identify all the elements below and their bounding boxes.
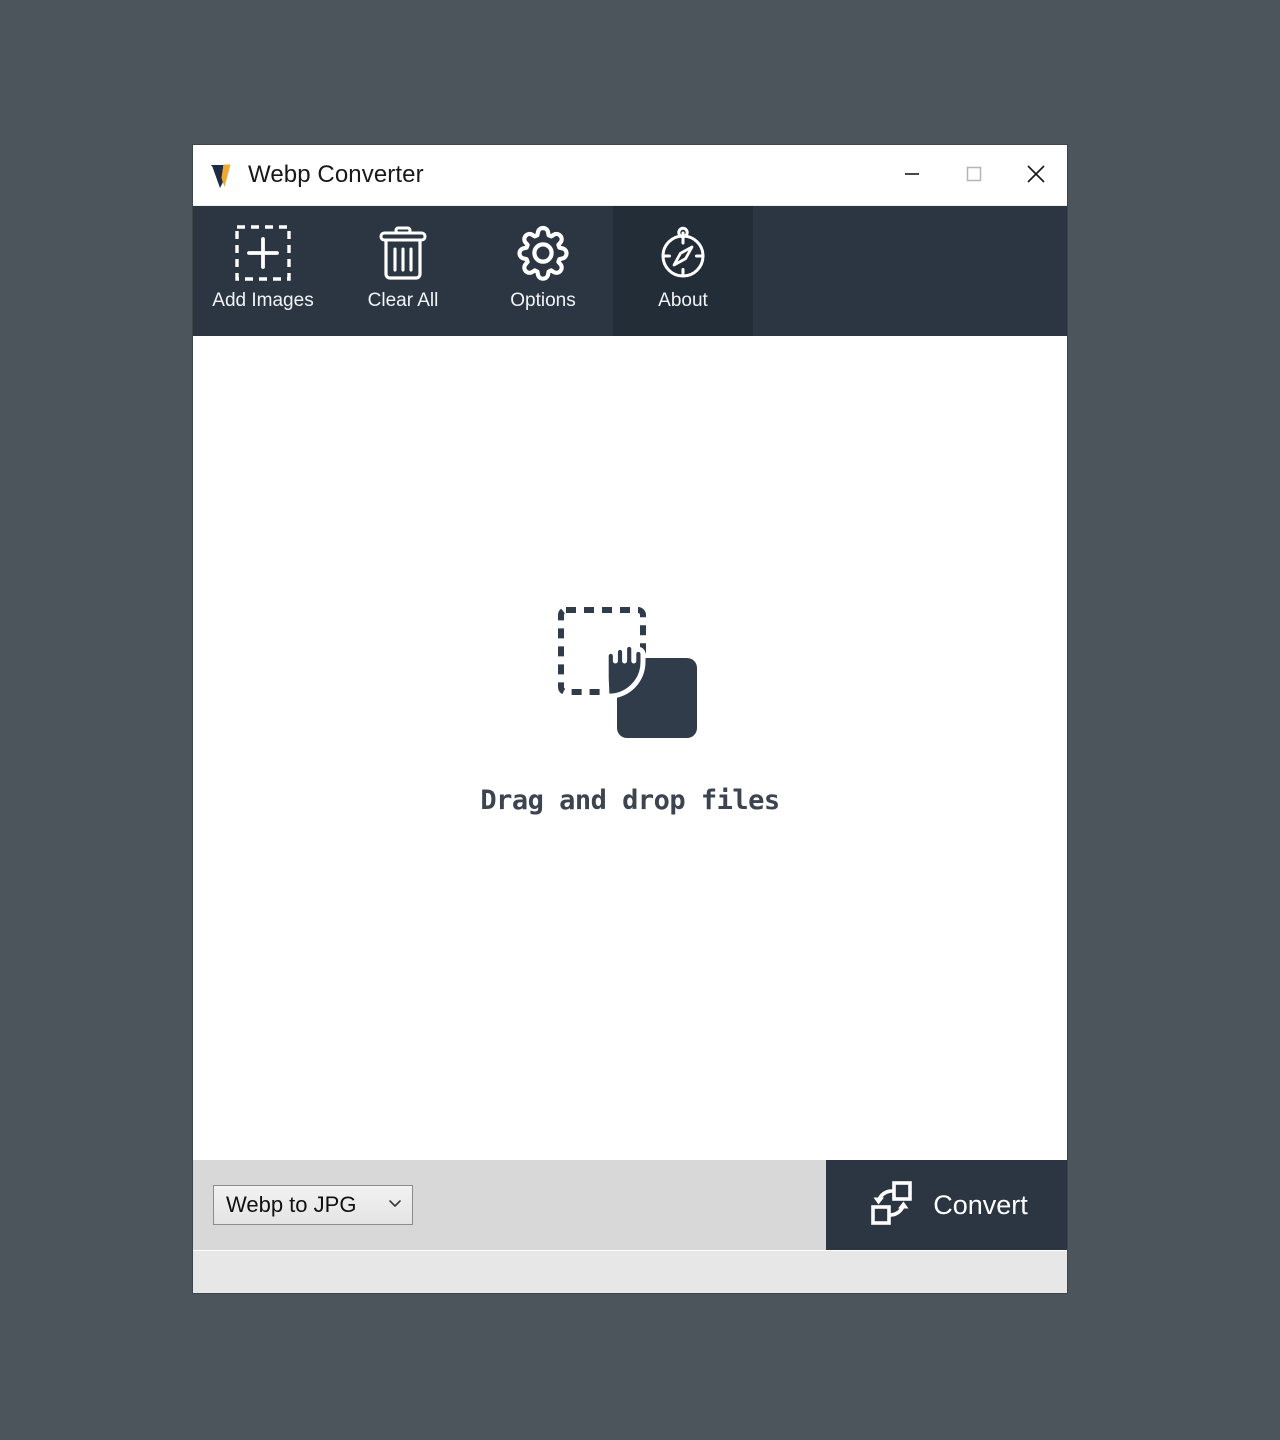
toolbar-item-label: Options: [510, 290, 576, 311]
convert-button-label: Convert: [933, 1189, 1028, 1220]
toolbar-item-label: Clear All: [367, 290, 439, 311]
drop-zone-content: Drag and drop files: [480, 604, 780, 816]
convert-button[interactable]: Convert: [826, 1160, 1067, 1250]
add-images-icon: [232, 222, 294, 284]
maximize-icon: [963, 163, 985, 188]
convert-icon: [865, 1179, 917, 1232]
window-controls: [881, 145, 1067, 205]
close-icon: [1023, 161, 1049, 190]
maximize-button[interactable]: [943, 145, 1005, 205]
format-select-value: Webp to JPG: [226, 1192, 357, 1217]
drag-and-drop-icon: [555, 604, 705, 749]
status-bar: [193, 1250, 1067, 1293]
minimize-icon: [901, 163, 923, 188]
action-bar: Webp to JPG Convert: [193, 1160, 1067, 1250]
drop-zone[interactable]: Drag and drop files: [193, 336, 1067, 1160]
toolbar-item-label: About: [658, 290, 708, 311]
minimize-button[interactable]: [881, 145, 943, 205]
compass-icon: [652, 222, 714, 284]
toolbar-item-label: Add Images: [212, 290, 314, 311]
toolbar-item-about[interactable]: About: [613, 206, 753, 336]
gear-icon: [512, 222, 574, 284]
drop-zone-message: Drag and drop files: [480, 785, 780, 816]
title-bar: Webp Converter: [193, 145, 1067, 206]
format-select[interactable]: Webp to JPG: [213, 1185, 413, 1225]
toolbar-item-options[interactable]: Options: [473, 206, 613, 336]
webp-w-logo-icon: [209, 160, 239, 190]
toolbar-filler: [753, 206, 1067, 336]
close-button[interactable]: [1005, 145, 1067, 205]
trash-icon: [372, 222, 434, 284]
chevron-down-icon: [386, 1192, 404, 1218]
page-title: Webp Converter: [248, 161, 424, 188]
application-window: Webp Converter Add Images Clear All Opti…: [193, 145, 1067, 1293]
toolbar-item-add-images[interactable]: Add Images: [193, 206, 333, 336]
toolbar: Add Images Clear All Options About: [193, 206, 1067, 336]
toolbar-item-clear-all[interactable]: Clear All: [333, 206, 473, 336]
